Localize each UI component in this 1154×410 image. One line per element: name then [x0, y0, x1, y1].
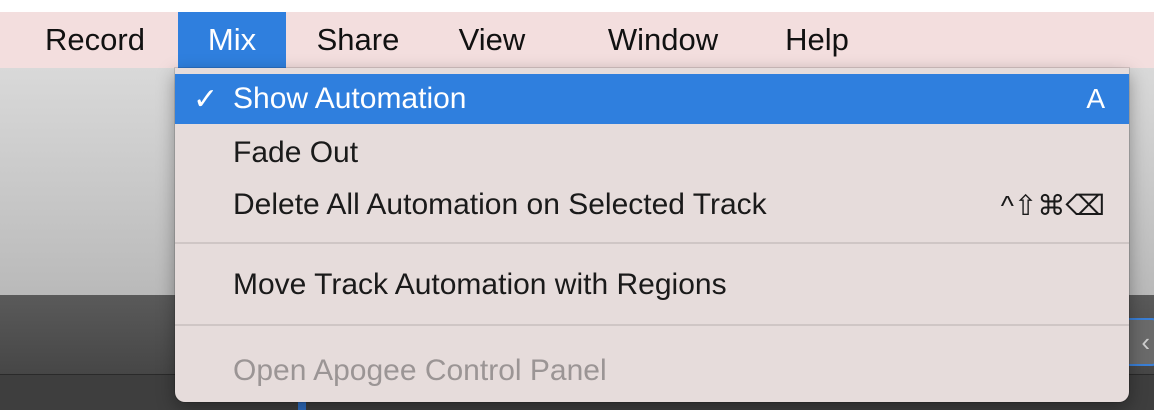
menu-item-show-automation[interactable]: ✓ Show Automation A [175, 74, 1129, 124]
menu-item-label: Open Apogee Control Panel [233, 354, 607, 387]
menubar-view[interactable]: View [436, 12, 548, 68]
menubar-mix[interactable]: Mix [178, 12, 286, 68]
menu-item-label: Show Automation [233, 82, 467, 115]
menubar-record[interactable]: Record [20, 12, 170, 68]
clear-icon: ‹ [1141, 326, 1150, 357]
menu-item-fade-out[interactable]: Fade Out [175, 128, 1129, 178]
checkmark-icon: ✓ [193, 82, 219, 116]
menu-item-label: Move Track Automation with Regions [233, 268, 727, 301]
menu-item-delete-all-automation[interactable]: Delete All Automation on Selected Track … [175, 180, 1129, 230]
menu-item-shortcut: ^⇧⌘⌫ [1000, 189, 1105, 221]
menu-separator [175, 242, 1129, 244]
menu-item-shortcut: A [1086, 83, 1105, 114]
menubar-window[interactable]: Window [576, 12, 750, 68]
menu-bar: Record Mix Share View Window Help [0, 12, 1154, 68]
mix-menu-dropdown: ✓ Show Automation A Fade Out Delete All … [175, 68, 1129, 402]
menubar-share[interactable]: Share [296, 12, 420, 68]
menu-item-label: Fade Out [233, 136, 359, 169]
menu-item-move-track-automation[interactable]: Move Track Automation with Regions [175, 260, 1129, 310]
document-text-strip [0, 0, 1154, 12]
menu-separator [175, 324, 1129, 326]
menu-item-label: Delete All Automation on Selected Track [233, 188, 767, 221]
menubar-help[interactable]: Help [764, 12, 870, 68]
menu-item-open-apogee-control-panel: Open Apogee Control Panel [175, 346, 1129, 396]
